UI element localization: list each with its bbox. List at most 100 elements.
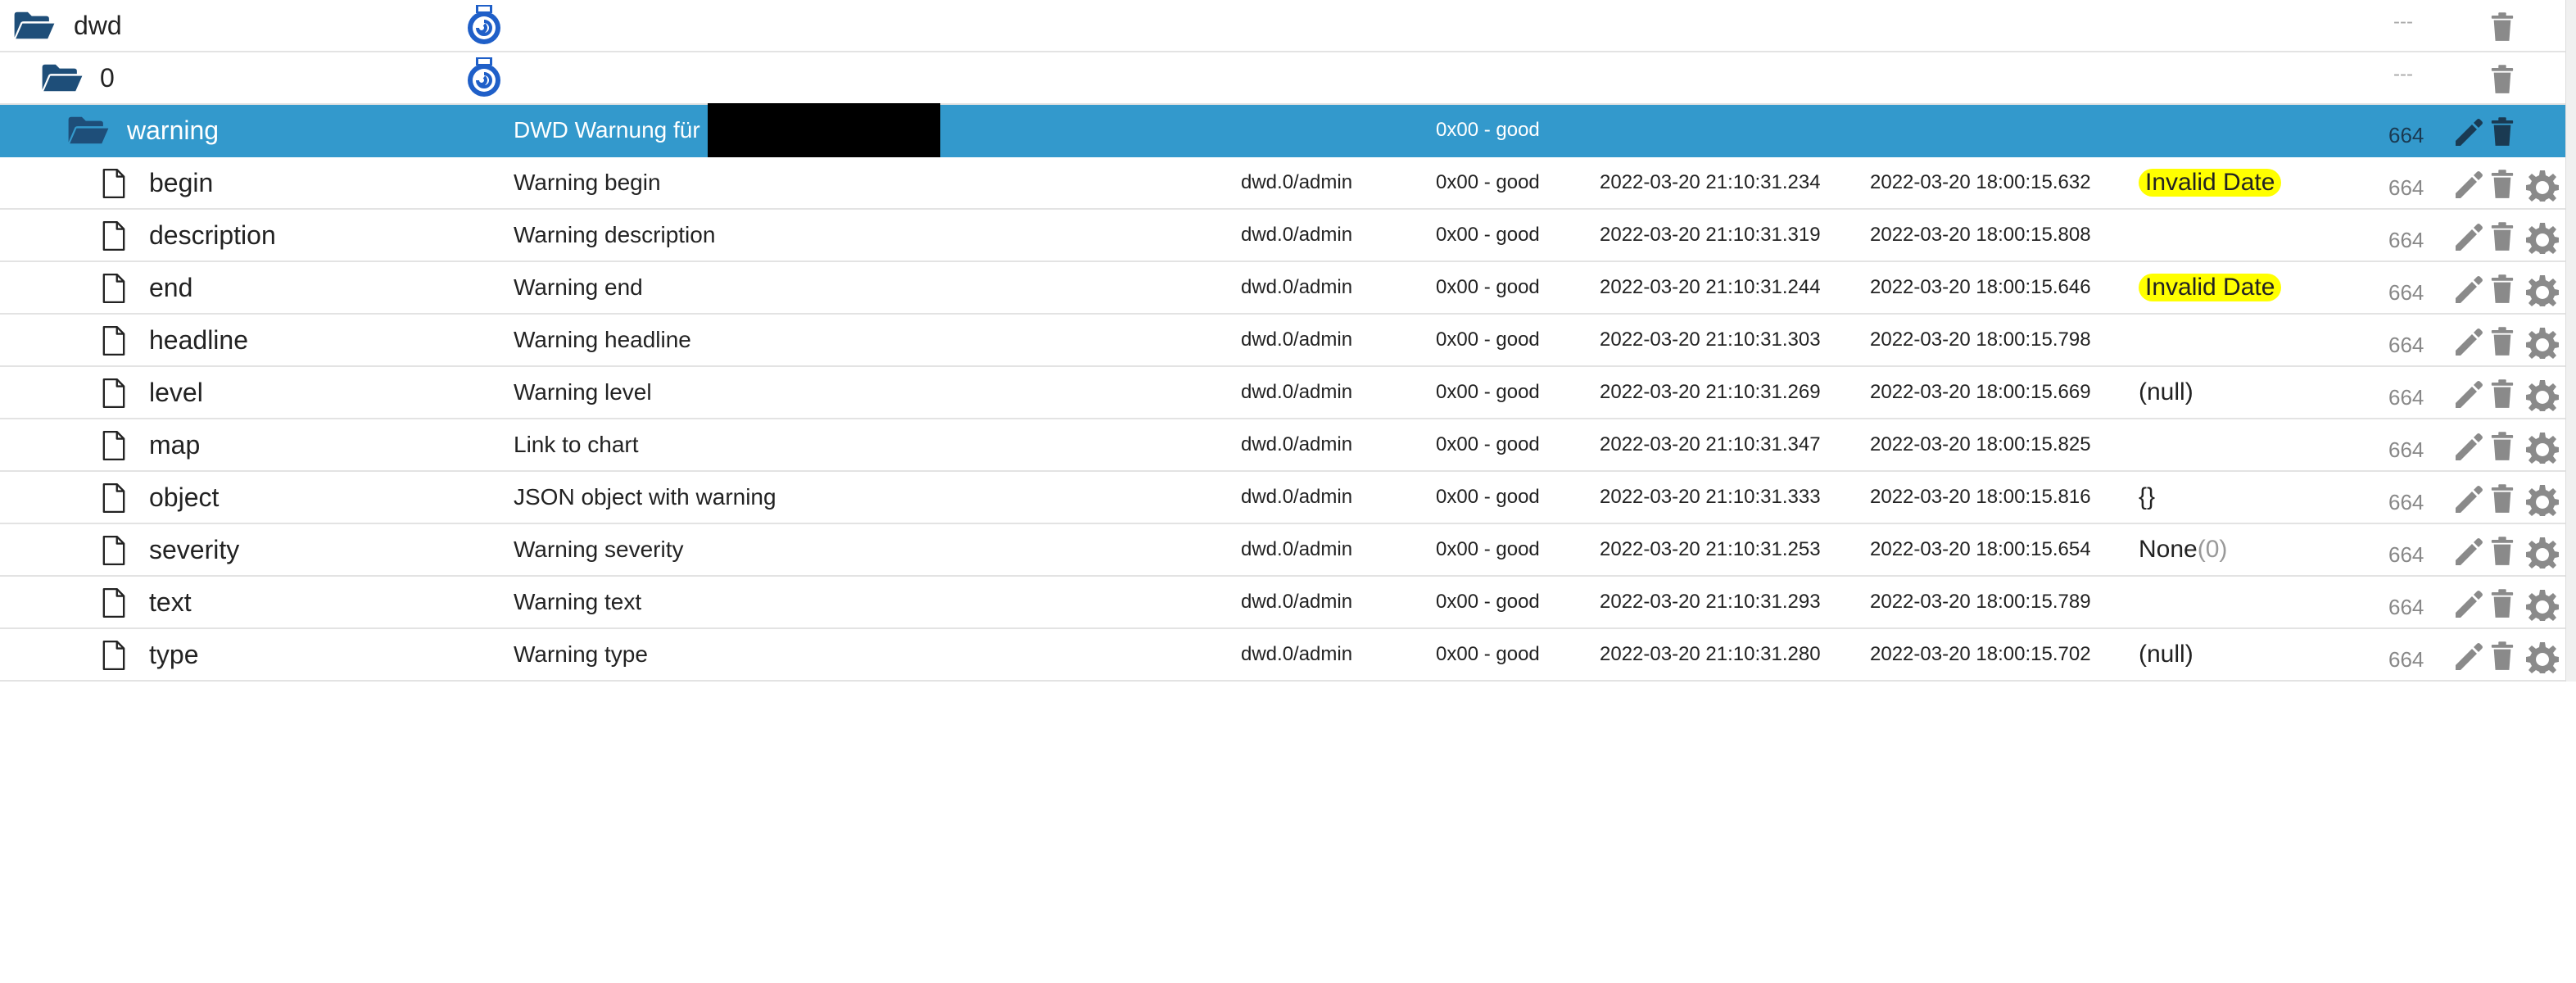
pencil-icon[interactable] xyxy=(2452,378,2484,411)
state-rows: begin Warning begin dwd.0/admin 0x00 - g… xyxy=(0,157,2565,682)
gear-icon[interactable] xyxy=(2526,221,2559,254)
tree-row-state[interactable]: level Warning level dwd.0/admin 0x00 - g… xyxy=(0,367,2565,419)
trash-icon[interactable] xyxy=(2490,641,2515,672)
pencil-icon[interactable] xyxy=(2452,588,2484,621)
row-name: dwd xyxy=(74,10,122,40)
row-last-change: 2022-03-20 18:00:15.669 xyxy=(1870,381,2091,403)
row-role: dwd.0/admin xyxy=(1241,591,1353,613)
pencil-icon[interactable] xyxy=(2452,326,2484,359)
pencil-icon[interactable] xyxy=(2452,641,2484,673)
row-status: 0x00 - good xyxy=(1436,171,1540,193)
row-last-change: 2022-03-20 18:00:15.646 xyxy=(1870,276,2091,298)
pencil-icon[interactable] xyxy=(2452,431,2484,464)
folder-open-icon[interactable] xyxy=(41,62,84,93)
row-timestamp: 2022-03-20 21:10:31.280 xyxy=(1600,643,1821,665)
access-dashes: --- xyxy=(2393,63,2413,85)
pencil-icon[interactable] xyxy=(2452,169,2484,202)
tree-row-instance[interactable]: 0 --- xyxy=(0,52,2565,105)
row-status: 0x00 - good xyxy=(1436,381,1540,403)
pencil-icon[interactable] xyxy=(2452,483,2484,516)
row-value[interactable]: {} xyxy=(2139,472,2155,523)
file-icon xyxy=(102,534,126,567)
row-name: end xyxy=(149,272,193,302)
row-value[interactable]: Invalid Date xyxy=(2139,262,2282,313)
row-name: map xyxy=(149,429,201,460)
tree-row-state[interactable]: type Warning type dwd.0/admin 0x00 - goo… xyxy=(0,629,2565,682)
row-name: text xyxy=(149,587,192,617)
trash-icon[interactable] xyxy=(2490,378,2515,410)
access-dashes: --- xyxy=(2393,11,2413,33)
tree-row-state[interactable]: description Warning description dwd.0/ad… xyxy=(0,210,2565,262)
row-value[interactable]: (null) xyxy=(2139,629,2193,680)
tree-row-state[interactable]: text Warning text dwd.0/admin 0x00 - goo… xyxy=(0,577,2565,629)
folder-open-icon[interactable] xyxy=(67,115,110,146)
row-name: type xyxy=(149,639,199,669)
row-role: dwd.0/admin xyxy=(1241,276,1353,298)
row-access: 664 xyxy=(2388,646,2424,672)
tree-row-state[interactable]: severity Warning severity dwd.0/admin 0x… xyxy=(0,524,2565,577)
row-access: 664 xyxy=(2388,384,2424,410)
row-timestamp: 2022-03-20 21:10:31.234 xyxy=(1600,171,1821,193)
row-status: 0x00 - good xyxy=(1436,433,1540,455)
pencil-icon[interactable] xyxy=(2452,274,2484,306)
gear-icon[interactable] xyxy=(2526,326,2559,359)
tree-row-state[interactable]: headline Warning headline dwd.0/admin 0x… xyxy=(0,315,2565,367)
row-role: dwd.0/admin xyxy=(1241,538,1353,560)
trash-icon[interactable] xyxy=(2490,116,2515,147)
trash-icon[interactable] xyxy=(2490,326,2515,357)
pencil-icon[interactable] xyxy=(2452,221,2484,254)
tree-row-state[interactable]: map Link to chart dwd.0/admin 0x00 - goo… xyxy=(0,419,2565,472)
trash-icon[interactable] xyxy=(2490,431,2515,462)
gear-icon[interactable] xyxy=(2526,378,2559,411)
row-description: Warning begin xyxy=(514,170,661,195)
row-value[interactable]: Invalid Date xyxy=(2139,157,2282,208)
trash-icon[interactable] xyxy=(2490,483,2515,514)
row-description: Link to chart xyxy=(514,432,639,457)
trash-icon[interactable] xyxy=(2490,169,2515,200)
tree-row-state[interactable]: end Warning end dwd.0/admin 0x00 - good … xyxy=(0,262,2565,315)
gear-icon[interactable] xyxy=(2526,536,2559,569)
tree-row-state[interactable]: begin Warning begin dwd.0/admin 0x00 - g… xyxy=(0,157,2565,210)
pencil-icon[interactable] xyxy=(2452,116,2484,149)
value-highlight: Invalid Date xyxy=(2139,169,2282,197)
row-last-change: 2022-03-20 18:00:15.816 xyxy=(1870,486,2091,508)
row-timestamp: 2022-03-20 21:10:31.293 xyxy=(1600,591,1821,613)
folder-open-icon[interactable] xyxy=(13,10,56,41)
row-role: dwd.0/admin xyxy=(1241,486,1353,508)
pencil-icon[interactable] xyxy=(2452,536,2484,569)
trash-icon[interactable] xyxy=(2490,274,2515,305)
row-value[interactable]: (null) xyxy=(2139,367,2193,418)
row-name: severity xyxy=(149,534,240,564)
row-access: 664 xyxy=(2388,594,2424,619)
value-suffix: (0) xyxy=(2197,536,2228,563)
trash-icon[interactable] xyxy=(2490,11,2515,43)
gear-icon[interactable] xyxy=(2526,483,2559,516)
gear-icon[interactable] xyxy=(2526,169,2559,202)
gear-icon[interactable] xyxy=(2526,641,2559,673)
row-name: warning xyxy=(127,115,220,145)
row-description: Warning headline xyxy=(514,327,691,352)
tree-row-warning[interactable]: warning DWD Warnung für 0x00 - good 664 xyxy=(0,103,2565,165)
trash-icon[interactable] xyxy=(2490,588,2515,619)
gear-icon[interactable] xyxy=(2526,274,2559,306)
trash-icon[interactable] xyxy=(2490,64,2515,95)
tree-row-state[interactable]: object JSON object with warning dwd.0/ad… xyxy=(0,472,2565,524)
trash-icon[interactable] xyxy=(2490,536,2515,567)
row-access: 664 xyxy=(2388,122,2424,147)
row-description: JSON object with warning xyxy=(514,484,776,510)
row-description: Warning text xyxy=(514,589,642,614)
row-name: 0 xyxy=(100,62,115,93)
row-description: DWD Warnung für xyxy=(514,117,700,143)
trash-icon[interactable] xyxy=(2490,221,2515,252)
vertical-scrollbar[interactable] xyxy=(2565,0,2576,682)
gear-icon[interactable] xyxy=(2526,431,2559,464)
file-icon xyxy=(102,377,126,410)
tree-row-root[interactable]: dwd --- xyxy=(0,0,2565,52)
row-role: dwd.0/admin xyxy=(1241,381,1353,403)
row-last-change: 2022-03-20 18:00:15.808 xyxy=(1870,224,2091,246)
row-timestamp: 2022-03-20 21:10:31.303 xyxy=(1600,328,1821,351)
row-value[interactable]: None (0) xyxy=(2139,524,2227,575)
dwd-adapter-icon xyxy=(464,56,504,102)
gear-icon[interactable] xyxy=(2526,588,2559,621)
row-name: begin xyxy=(149,167,214,197)
